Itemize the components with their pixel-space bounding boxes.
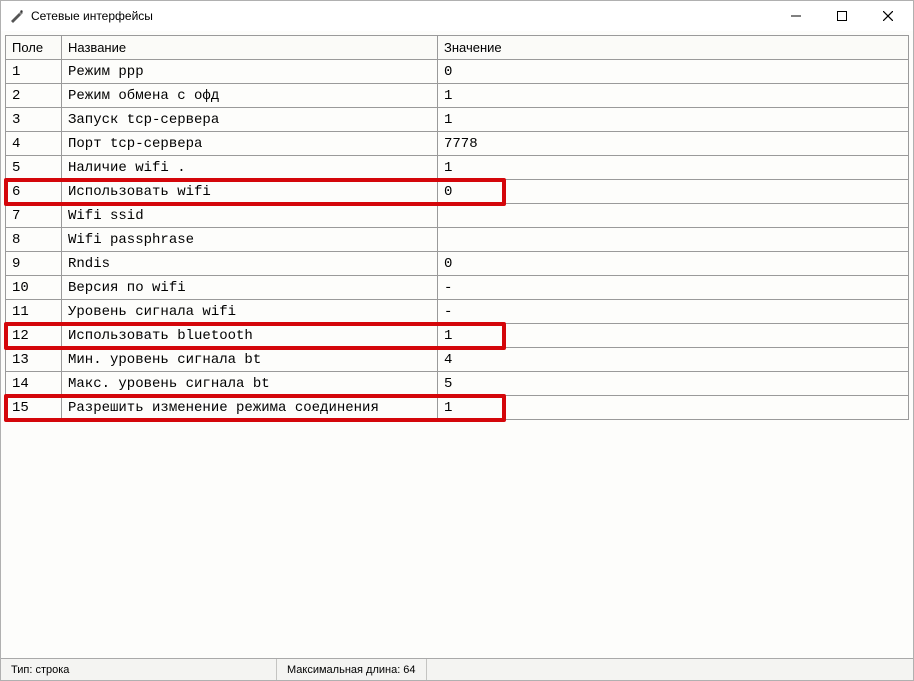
cell-value[interactable]: 7778	[438, 132, 909, 156]
status-maxlen: Максимальная длина: 64	[277, 659, 427, 680]
app-window: Сетевые интерфейсы	[0, 0, 914, 681]
window-title: Сетевые интерфейсы	[31, 9, 773, 23]
table-row[interactable]: 4Порт tcp-сервера7778	[6, 132, 909, 156]
app-icon	[9, 8, 25, 24]
content-area: Поле Название Значение 1Режим ppp02Режим…	[1, 31, 913, 658]
cell-field: 15	[6, 396, 62, 420]
cell-field: 7	[6, 204, 62, 228]
titlebar: Сетевые интерфейсы	[1, 1, 913, 31]
cell-name: Версия по wifi	[62, 276, 438, 300]
cell-field: 14	[6, 372, 62, 396]
table-row[interactable]: 5Наличие wifi .1	[6, 156, 909, 180]
cell-name: Наличие wifi .	[62, 156, 438, 180]
cell-value[interactable]: -	[438, 276, 909, 300]
settings-table[interactable]: Поле Название Значение 1Режим ppp02Режим…	[5, 35, 909, 420]
cell-field: 5	[6, 156, 62, 180]
cell-field: 2	[6, 84, 62, 108]
cell-value[interactable]: 1	[438, 156, 909, 180]
cell-value[interactable]: 0	[438, 60, 909, 84]
cell-field: 8	[6, 228, 62, 252]
table-row[interactable]: 7Wifi ssid	[6, 204, 909, 228]
cell-name: Использовать wifi	[62, 180, 438, 204]
maximize-button[interactable]	[819, 1, 865, 31]
table-row[interactable]: 15Разрешить изменение режима соединения1	[6, 396, 909, 420]
cell-name: Разрешить изменение режима соединения	[62, 396, 438, 420]
cell-name: Мин. уровень сигнала bt	[62, 348, 438, 372]
cell-field: 11	[6, 300, 62, 324]
cell-name: Режим ppp	[62, 60, 438, 84]
cell-value[interactable]: 0	[438, 180, 909, 204]
table-row[interactable]: 6Использовать wifi0	[6, 180, 909, 204]
table-row[interactable]: 11Уровень сигнала wifi-	[6, 300, 909, 324]
cell-field: 3	[6, 108, 62, 132]
cell-name: Порт tcp-сервера	[62, 132, 438, 156]
table-row[interactable]: 14Макс. уровень сигнала bt5	[6, 372, 909, 396]
table-row[interactable]: 8Wifi passphrase	[6, 228, 909, 252]
table-row[interactable]: 2Режим обмена с офд1	[6, 84, 909, 108]
cell-value[interactable]: 5	[438, 372, 909, 396]
cell-name: Rndis	[62, 252, 438, 276]
table-row[interactable]: 3Запуск tcp-сервера1	[6, 108, 909, 132]
cell-value[interactable]: 1	[438, 108, 909, 132]
cell-field: 6	[6, 180, 62, 204]
table-row[interactable]: 1Режим ppp0	[6, 60, 909, 84]
cell-field: 1	[6, 60, 62, 84]
minimize-button[interactable]	[773, 1, 819, 31]
table-wrap: Поле Название Значение 1Режим ppp02Режим…	[5, 35, 909, 420]
cell-value[interactable]: 1	[438, 324, 909, 348]
col-header-name[interactable]: Название	[62, 36, 438, 60]
cell-name: Уровень сигнала wifi	[62, 300, 438, 324]
cell-field: 4	[6, 132, 62, 156]
cell-name: Использовать bluetooth	[62, 324, 438, 348]
cell-value[interactable]: 1	[438, 84, 909, 108]
cell-value[interactable]: 1	[438, 396, 909, 420]
statusbar: Тип: строка Максимальная длина: 64	[1, 658, 913, 680]
cell-name: Макс. уровень сигнала bt	[62, 372, 438, 396]
cell-field: 13	[6, 348, 62, 372]
cell-field: 10	[6, 276, 62, 300]
col-header-field[interactable]: Поле	[6, 36, 62, 60]
cell-name: Запуск tcp-сервера	[62, 108, 438, 132]
cell-value[interactable]	[438, 228, 909, 252]
table-row[interactable]: 9Rndis0	[6, 252, 909, 276]
col-header-value[interactable]: Значение	[438, 36, 909, 60]
status-type: Тип: строка	[1, 659, 277, 680]
cell-value[interactable]: 0	[438, 252, 909, 276]
cell-field: 9	[6, 252, 62, 276]
cell-name: Режим обмена с офд	[62, 84, 438, 108]
cell-value[interactable]: 4	[438, 348, 909, 372]
table-row[interactable]: 12Использовать bluetooth1	[6, 324, 909, 348]
window-controls	[773, 1, 911, 31]
cell-name: Wifi ssid	[62, 204, 438, 228]
table-row[interactable]: 10Версия по wifi-	[6, 276, 909, 300]
table-header-row: Поле Название Значение	[6, 36, 909, 60]
cell-field: 12	[6, 324, 62, 348]
cell-value[interactable]: -	[438, 300, 909, 324]
cell-name: Wifi passphrase	[62, 228, 438, 252]
table-row[interactable]: 13Мин. уровень сигнала bt4	[6, 348, 909, 372]
cell-value[interactable]	[438, 204, 909, 228]
close-button[interactable]	[865, 1, 911, 31]
